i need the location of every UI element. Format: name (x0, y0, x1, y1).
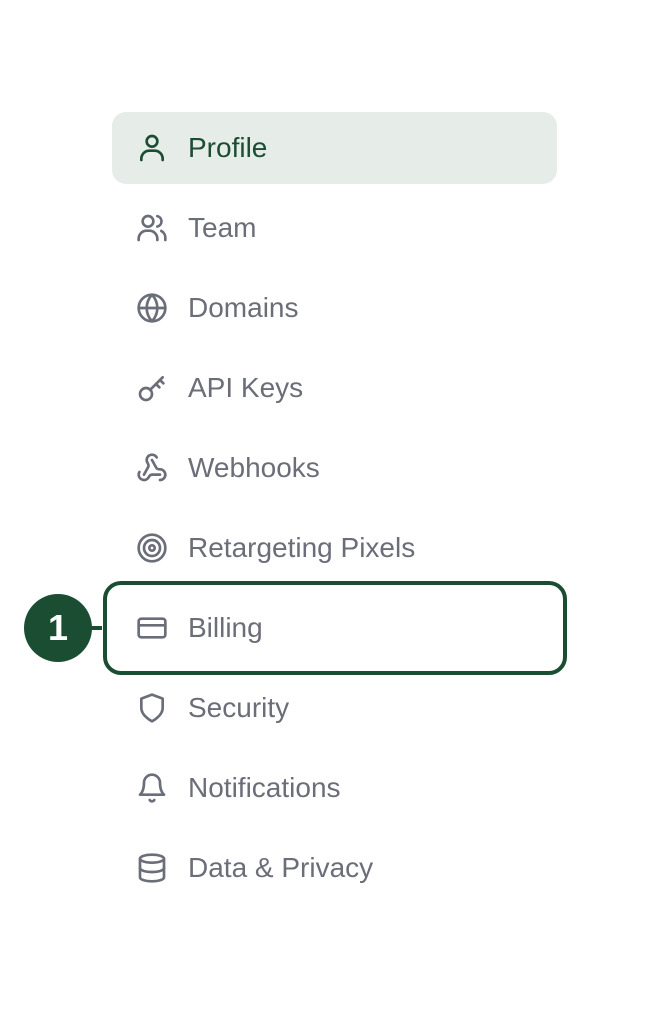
shield-icon (136, 692, 168, 724)
sidebar-item-label: Domains (188, 292, 299, 323)
sidebar-item-webhooks[interactable]: Webhooks (112, 432, 557, 504)
highlight-outline (103, 581, 567, 675)
sidebar-item-label: Retargeting Pixels (188, 532, 416, 563)
sidebar-item-label: Billing (188, 612, 263, 643)
sidebar-item-label: Team (188, 212, 257, 243)
settings-sidebar-nav: Profile Team Domains API Keys Webhooks R… (103, 112, 567, 912)
sidebar-item-api-keys[interactable]: API Keys (112, 352, 557, 424)
sidebar-item-team[interactable]: Team (112, 192, 557, 264)
sidebar-item-label: API Keys (188, 372, 304, 403)
user-icon (136, 132, 168, 164)
sidebar-item-notifications[interactable]: Notifications (112, 752, 557, 824)
sidebar-item-label: Webhooks (188, 452, 320, 483)
sidebar-item-security[interactable]: Security (112, 672, 557, 744)
annotation-number-badge: 1 (24, 594, 92, 662)
sidebar-item-label: Notifications (188, 772, 341, 803)
sidebar-item-domains[interactable]: Domains (112, 272, 557, 344)
users-icon (136, 212, 168, 244)
webhook-icon (136, 452, 168, 484)
sidebar-item-label: Data & Privacy (188, 852, 374, 883)
credit-card-icon (136, 612, 168, 644)
sidebar-item-retargeting-pixels[interactable]: Retargeting Pixels (112, 512, 557, 584)
target-icon (136, 532, 168, 564)
globe-icon (136, 292, 168, 324)
sidebar-item-profile[interactable]: Profile (112, 112, 557, 184)
sidebar-item-data-privacy[interactable]: Data & Privacy (112, 832, 557, 904)
sidebar-item-billing[interactable]: Billing (103, 581, 567, 675)
key-icon (136, 372, 168, 404)
database-icon (136, 852, 168, 884)
bell-icon (136, 772, 168, 804)
sidebar-item-label: Security (188, 692, 290, 723)
sidebar-item-label: Profile (188, 132, 268, 163)
